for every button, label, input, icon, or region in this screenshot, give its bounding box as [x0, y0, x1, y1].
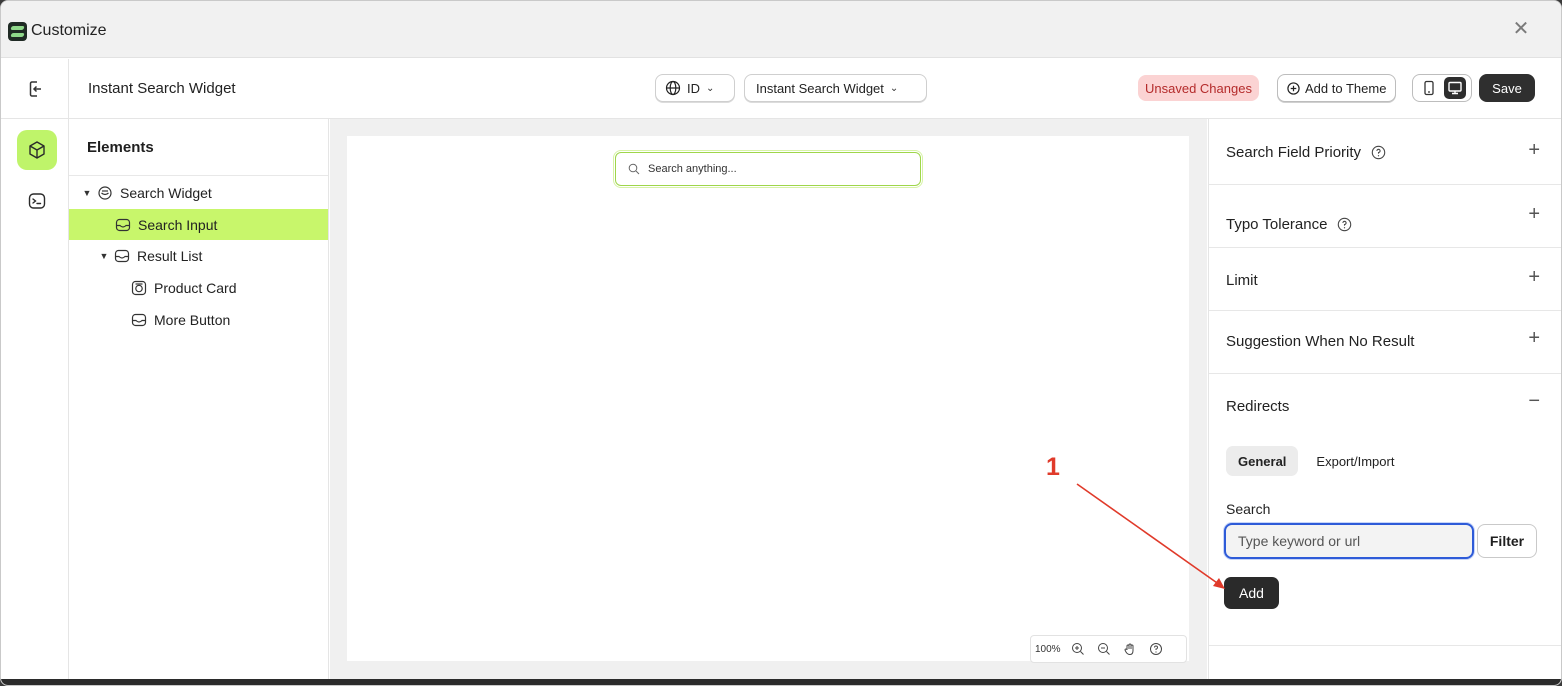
- code-rail-button[interactable]: [17, 181, 57, 221]
- bottom-edge: [1, 679, 1561, 685]
- zoom-controls: 100%: [1030, 635, 1187, 663]
- tree-item-search-widget[interactable]: ▼ Search Widget: [69, 177, 328, 208]
- tree-item-label: Search Widget: [120, 184, 212, 201]
- exit-icon[interactable]: [25, 78, 47, 100]
- desktop-icon: [1448, 81, 1462, 95]
- section-title-row: Typo Tolerance: [1226, 216, 1352, 233]
- chevron-down-icon: ⌄: [706, 82, 715, 94]
- tree-item-product-card[interactable]: Product Card: [69, 272, 328, 303]
- elements-rail-button[interactable]: [17, 130, 57, 170]
- filter-button[interactable]: Filter: [1477, 524, 1537, 558]
- input-box-icon: [131, 312, 147, 328]
- window-title: Customize: [31, 22, 107, 39]
- section-typo-tolerance[interactable]: Typo Tolerance +: [1209, 185, 1561, 248]
- section-title-row: Suggestion When No Result: [1226, 333, 1414, 350]
- tab-general[interactable]: General: [1226, 446, 1299, 476]
- elements-header: Elements: [69, 119, 328, 176]
- caret-down-icon[interactable]: ▼: [98, 251, 110, 261]
- input-box-icon: [115, 217, 131, 233]
- terminal-icon: [28, 193, 46, 209]
- tree-item-label: Product Card: [154, 279, 237, 296]
- section-title-row[interactable]: Redirects: [1226, 398, 1289, 415]
- plus-circle-icon: [1287, 81, 1300, 95]
- section-limit[interactable]: Limit +: [1209, 248, 1561, 311]
- preview-search-placeholder: Search anything...: [648, 163, 737, 175]
- section-title-row: Limit: [1226, 272, 1258, 289]
- tree-item-label: Result List: [137, 247, 203, 264]
- zoom-in-icon[interactable]: [1067, 638, 1089, 660]
- input-box-icon: [114, 248, 130, 264]
- section-suggestion-when-no-result[interactable]: Suggestion When No Result +: [1209, 311, 1561, 374]
- product-card-icon: [131, 280, 147, 296]
- tree-item-more-button[interactable]: More Button: [69, 304, 328, 335]
- search-widget-icon: [97, 185, 113, 201]
- cube-icon: [29, 141, 45, 159]
- desktop-view-button[interactable]: [1444, 77, 1466, 99]
- globe-icon: [665, 80, 681, 96]
- zoom-out-icon[interactable]: [1093, 638, 1115, 660]
- section-title-row: Search Field Priority: [1226, 144, 1386, 161]
- expand-plus-icon[interactable]: +: [1528, 139, 1540, 162]
- help-icon[interactable]: [1337, 217, 1352, 232]
- hand-icon[interactable]: [1119, 638, 1141, 660]
- help-icon[interactable]: [1145, 638, 1167, 660]
- widget-select[interactable]: Instant Search Widget ⌄: [744, 74, 927, 102]
- caret-down-icon[interactable]: ▼: [81, 188, 93, 198]
- app-logo-icon: [8, 22, 27, 41]
- mobile-view-button[interactable]: [1418, 77, 1440, 99]
- search-icon: [628, 163, 640, 175]
- section-search-field-priority[interactable]: Search Field Priority +: [1209, 119, 1561, 185]
- zoom-level: 100%: [1035, 643, 1061, 655]
- section-title: Typo Tolerance: [1226, 216, 1328, 233]
- settings-panel: Search Field Priority + Typo Tolerance +…: [1208, 119, 1561, 685]
- expand-plus-icon[interactable]: +: [1528, 266, 1540, 289]
- canvas-area: Search anything... 100%: [330, 119, 1207, 685]
- add-to-theme-label: Add to Theme: [1305, 80, 1387, 96]
- help-icon[interactable]: [1371, 145, 1386, 160]
- language-select[interactable]: ID ⌄: [655, 74, 735, 102]
- annotation-number: 1: [1046, 453, 1060, 481]
- device-toggle: [1412, 74, 1472, 102]
- customize-window: Customize ✕ Instant Search Widget ID ⌄ I…: [0, 0, 1562, 686]
- section-title: Search Field Priority: [1226, 144, 1362, 161]
- section-title: Limit: [1226, 272, 1258, 289]
- search-label: Search: [1226, 501, 1271, 517]
- elements-panel: Elements ▼ Search Widget Search Input ▼ …: [69, 119, 329, 685]
- chevron-down-icon: ⌄: [889, 82, 899, 94]
- redirects-tabs: General Export/Import: [1226, 446, 1406, 476]
- save-button[interactable]: Save: [1479, 74, 1535, 102]
- expand-plus-icon[interactable]: +: [1528, 327, 1540, 350]
- add-redirect-button[interactable]: Add: [1224, 577, 1279, 609]
- tab-export-import[interactable]: Export/Import: [1304, 446, 1406, 476]
- expand-plus-icon[interactable]: +: [1528, 203, 1540, 226]
- collapse-minus-icon[interactable]: −: [1528, 390, 1540, 413]
- tree-item-search-input[interactable]: Search Input: [69, 209, 328, 240]
- top-toolbar: Instant Search Widget ID ⌄ Instant Searc…: [1, 59, 1561, 119]
- left-rail: [1, 119, 68, 685]
- unsaved-changes-badge: Unsaved Changes: [1138, 75, 1259, 101]
- widget-select-value: Instant Search Widget: [756, 80, 884, 96]
- elements-title: Elements: [87, 139, 154, 156]
- tree-item-label: More Button: [154, 311, 231, 328]
- mobile-icon: [1424, 80, 1434, 96]
- tree-item-label: Search Input: [138, 216, 218, 233]
- section-title: Redirects: [1226, 398, 1290, 415]
- canvas-preview: Search anything... 100%: [347, 136, 1189, 663]
- tree-item-result-list[interactable]: ▼ Result List: [69, 240, 328, 271]
- language-value: ID: [687, 80, 700, 96]
- add-to-theme-button[interactable]: Add to Theme: [1277, 74, 1397, 102]
- title-bar: Customize ✕: [1, 1, 1561, 58]
- close-icon[interactable]: ✕: [1511, 19, 1531, 39]
- keyword-search-input[interactable]: [1224, 523, 1474, 559]
- page-name: Instant Search Widget: [88, 80, 236, 97]
- section-title: Suggestion When No Result: [1226, 333, 1415, 350]
- preview-search-field[interactable]: Search anything...: [613, 150, 923, 188]
